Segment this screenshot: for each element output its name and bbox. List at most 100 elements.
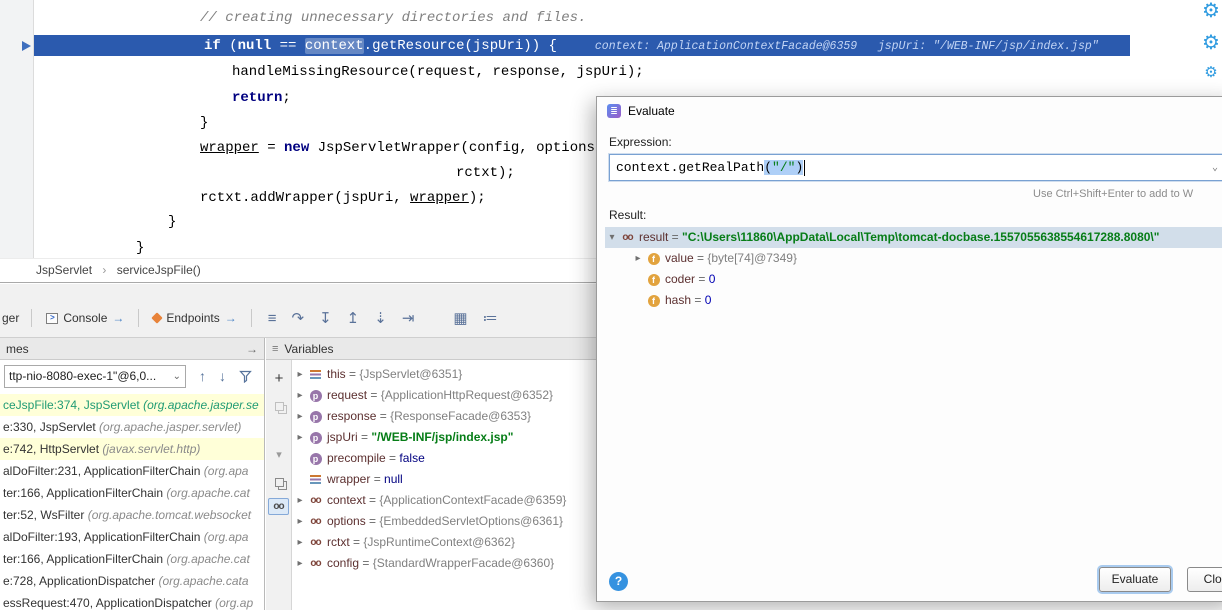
frame-package-label: (org.apa <box>200 530 248 544</box>
watches-icon: oo <box>619 232 636 244</box>
step-over-icon[interactable]: ↷ <box>292 309 305 327</box>
tab-console-label: Console <box>63 311 107 325</box>
frame-row[interactable]: e:330, JspServlet (org.apache.jasper.ser… <box>0 416 264 438</box>
tree-expanded-icon[interactable]: ▾ <box>605 227 619 248</box>
tab-debugger-partial[interactable]: ger <box>0 311 25 325</box>
copy-value-icon[interactable] <box>266 474 292 492</box>
variable-value: {byte[74]@7349} <box>707 248 797 269</box>
hide-library-frames-icon[interactable] <box>239 370 252 383</box>
mute-breakpoints-icon[interactable]: ≔ <box>483 309 498 327</box>
tab-endpoints[interactable]: Endpoints → <box>145 311 244 325</box>
gear-icon-2[interactable]: ⚙ <box>1202 33 1220 54</box>
frame-row[interactable]: ter:166, ApplicationFilterChain (org.apa… <box>0 482 264 504</box>
add-watch-icon[interactable]: + <box>266 370 292 387</box>
variable-value: null <box>384 469 403 490</box>
layout-settings-icon[interactable]: ≡ <box>268 310 277 327</box>
next-frame-icon[interactable]: ↓ <box>219 368 226 384</box>
breadcrumb-class[interactable]: JspServlet <box>36 263 92 277</box>
expression-history-icon[interactable]: ⌄ <box>1212 162 1218 174</box>
frame-row[interactable]: alDoFilter:193, ApplicationFilterChain (… <box>0 526 264 548</box>
run-to-cursor-icon[interactable]: ⇥ <box>402 309 415 327</box>
code-line[interactable]: } <box>168 212 176 233</box>
expression-paren-open: ( <box>764 160 772 175</box>
previous-frame-icon[interactable]: ↑ <box>199 368 206 384</box>
code-token: wrapper <box>200 140 259 156</box>
code-line[interactable]: } <box>136 238 144 259</box>
frame-row[interactable]: ter:52, WsFilter (org.apache.tomcat.webs… <box>0 504 264 526</box>
watch-row[interactable]: ▾ooresult = "C:\Users\11860\AppData\Loca… <box>605 227 1222 248</box>
tree-collapsed-icon[interactable]: ▸ <box>293 490 307 511</box>
tree-collapsed-icon[interactable]: ▸ <box>293 364 307 385</box>
step-out-icon[interactable]: ↥ <box>347 309 360 327</box>
code-token: rctxt.addWrapper(jspUri, <box>200 190 410 206</box>
frame-row[interactable]: e:728, ApplicationDispatcher (org.apache… <box>0 570 264 592</box>
code-line[interactable]: } <box>200 113 208 134</box>
variable-value: "C:\Users\11860\AppData\Local\Temp\tomca… <box>682 227 1159 248</box>
tree-collapsed-icon[interactable]: ▸ <box>293 511 307 532</box>
help-button[interactable]: ? <box>609 572 628 591</box>
variable-value: 0 <box>709 269 716 290</box>
show-watches-icon[interactable]: oo <box>268 498 289 515</box>
tree-collapsed-icon[interactable]: ▸ <box>293 427 307 448</box>
frame-row[interactable]: alDoFilter:231, ApplicationFilterChain (… <box>0 460 264 482</box>
frame-package-label: (org.apache.jasper.servlet) <box>96 420 242 434</box>
frame-row[interactable]: e:742, HttpServlet (javax.servlet.http) <box>0 438 264 460</box>
code-token: handleMissingResource(request, response,… <box>232 64 644 80</box>
step-into-icon[interactable]: ↧ <box>319 309 332 327</box>
move-down-icon[interactable]: ▾ <box>266 448 292 461</box>
evaluate-dialog-titlebar[interactable]: ≣ Evaluate <box>597 97 1222 125</box>
variable-value: {JspServlet@6351} <box>359 364 462 385</box>
variable-row[interactable]: ▸fvalue = {byte[74]@7349} <box>605 248 1222 269</box>
frames-panel-arrow-icon[interactable]: → <box>246 342 258 356</box>
code-line[interactable]: rctxt); <box>456 163 515 184</box>
frame-row[interactable]: ter:166, ApplicationFilterChain (org.apa… <box>0 548 264 570</box>
watches-icon: oo <box>307 495 324 507</box>
variable-name: response <box>327 406 376 427</box>
tree-collapsed-icon[interactable]: ▸ <box>293 406 307 427</box>
tree-collapsed-icon[interactable]: ▸ <box>293 553 307 574</box>
frame-label: ter:166, ApplicationFilterChain <box>3 486 163 500</box>
variable-value: {ResponseFacade@6353} <box>390 406 531 427</box>
variable-name: jspUri <box>327 427 358 448</box>
frame-row[interactable]: ceJspFile:374, JspServlet (org.apache.ja… <box>0 394 264 416</box>
thread-selector[interactable]: ttp-nio-8080-exec-1"@6,0... ⌄ <box>4 365 186 388</box>
code-token: .getResource(jspUri)) { <box>364 38 557 54</box>
view-breakpoints-icon[interactable]: ▦ <box>453 309 467 327</box>
frame-label: ter:52, WsFilter <box>3 508 84 522</box>
gear-icon-1[interactable]: ⚙ <box>1202 1 1220 22</box>
code-token: // creating unnecessary directories and … <box>200 10 586 26</box>
frame-label: e:330, JspServlet <box>3 420 96 434</box>
frames-panel-header: mes → <box>0 338 264 360</box>
frame-row[interactable]: essRequest:470, ApplicationDispatcher (o… <box>0 592 264 610</box>
evaluate-dialog-icon: ≣ <box>607 104 621 118</box>
jump-to-endpoints-icon: → <box>225 311 237 325</box>
code-line[interactable]: // creating unnecessary directories and … <box>200 8 586 29</box>
tree-collapsed-icon[interactable]: ▸ <box>293 385 307 406</box>
code-line[interactable]: rctxt.addWrapper(jspUri, wrapper); <box>200 188 486 209</box>
ide-screen: // creating unnecessary directories and … <box>0 0 1222 610</box>
tree-collapsed-icon[interactable]: ▸ <box>631 248 645 269</box>
evaluate-button[interactable]: Evaluate <box>1099 567 1171 592</box>
gear-icon-3[interactable]: ⚙ <box>1204 65 1217 81</box>
parameter-icon: p <box>307 453 324 465</box>
force-step-into-icon[interactable]: ⇣ <box>374 309 387 327</box>
frame-label: ter:166, ApplicationFilterChain <box>3 552 163 566</box>
breadcrumb-method[interactable]: serviceJspFile() <box>117 263 201 277</box>
frame-package-label: (javax.servlet.http) <box>99 442 200 456</box>
code-line[interactable]: return; <box>232 88 291 109</box>
duplicate-watch-icon[interactable] <box>266 398 292 416</box>
variable-row[interactable]: fcoder = 0 <box>605 269 1222 290</box>
code-line[interactable]: wrapper = new JspServletWrapper(config, … <box>200 138 603 159</box>
code-line[interactable]: handleMissingResource(request, response,… <box>232 62 644 83</box>
code-line[interactable]: if (null == context.getResource(jspUri))… <box>204 36 1099 57</box>
variable-row[interactable]: fhash = 0 <box>605 290 1222 311</box>
code-token: context <box>305 38 364 54</box>
tree-collapsed-icon[interactable]: ▸ <box>293 532 307 553</box>
tab-console[interactable]: > Console → <box>38 311 132 325</box>
variable-value: {EmbeddedServletOptions@6361} <box>379 511 563 532</box>
result-label: Result: <box>609 208 646 222</box>
expression-input[interactable]: context.getRealPath ( "/" ) ⌄ <box>609 154 1222 181</box>
close-button[interactable]: Close <box>1187 567 1222 592</box>
watches-icon: oo <box>307 558 324 570</box>
code-token: } <box>168 214 176 230</box>
